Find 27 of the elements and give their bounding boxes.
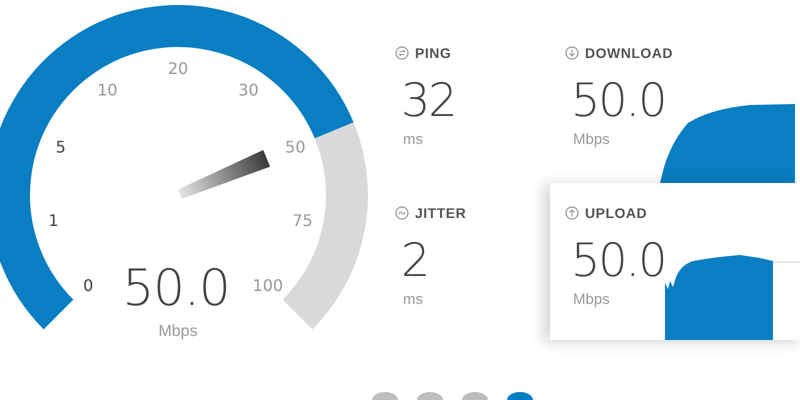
stat-label: PING bbox=[415, 45, 452, 61]
stat-value: 50.0 bbox=[571, 75, 666, 125]
stat-unit: Mbps bbox=[573, 291, 610, 308]
stat-value: 32 bbox=[401, 75, 456, 125]
gauge-label: 50 bbox=[285, 137, 306, 156]
gauge-label: 10 bbox=[97, 80, 118, 100]
speed-value: 50.0 bbox=[122, 259, 230, 317]
gauge-label: 100 bbox=[252, 276, 284, 295]
stat-value: 2 bbox=[401, 235, 428, 285]
gauge-label: 75 bbox=[292, 210, 313, 230]
stat-unit: ms bbox=[403, 291, 423, 308]
wave-icon bbox=[395, 206, 409, 220]
gauge-label: 30 bbox=[238, 80, 259, 100]
gauge-label: 20 bbox=[168, 59, 188, 78]
stat-label: UPLOAD bbox=[585, 205, 648, 221]
stat-label: DOWNLOAD bbox=[585, 45, 673, 61]
gauge-label: 1 bbox=[48, 210, 59, 230]
gauge-label: 0 bbox=[83, 276, 94, 295]
stat-label: JITTER bbox=[415, 205, 466, 221]
stat-unit: Mbps bbox=[573, 131, 610, 148]
speed-unit: Mbps bbox=[158, 323, 198, 340]
swap-arrows-icon bbox=[395, 46, 409, 60]
gauge-label: 5 bbox=[56, 137, 66, 156]
stat-unit: ms bbox=[403, 131, 423, 148]
download-icon bbox=[565, 46, 579, 60]
stat-value: 50.0 bbox=[571, 235, 666, 285]
upload-icon bbox=[565, 206, 579, 220]
